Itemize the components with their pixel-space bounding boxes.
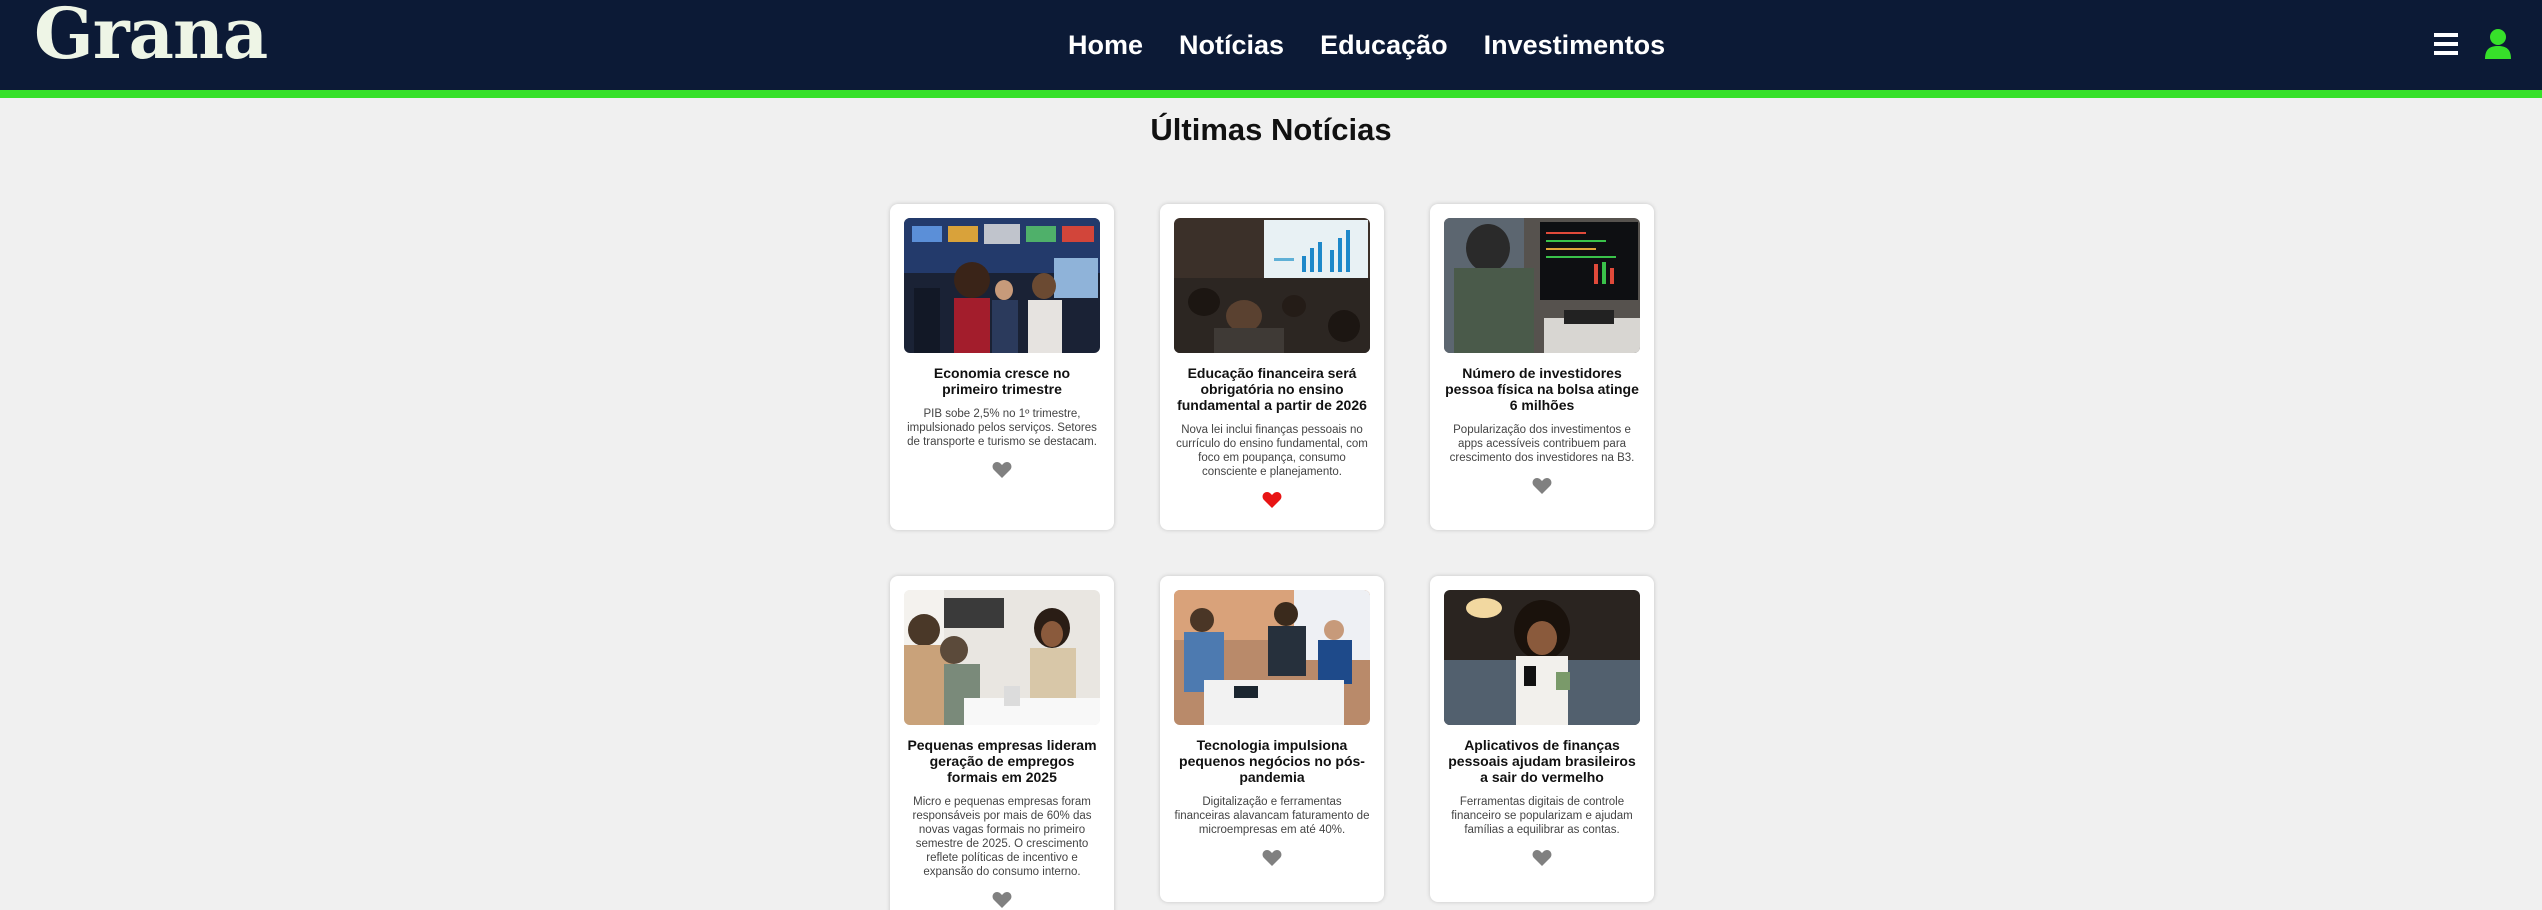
grana-logo[interactable]: Grana <box>34 0 268 75</box>
nav-home[interactable]: Home <box>1068 30 1143 60</box>
logo-text: Grana <box>34 0 268 75</box>
heart-icon[interactable] <box>1532 849 1552 867</box>
site-header: Grana Home Notícias Educação Investiment… <box>0 0 2542 90</box>
news-summary: Micro e pequenas empresas foram responsá… <box>912 796 1092 878</box>
news-image-stock-exchange[interactable] <box>904 218 1100 353</box>
heart-icon[interactable] <box>1262 491 1282 509</box>
news-title[interactable]: Número de investidores pessoa física na … <box>1444 365 1640 413</box>
news-title[interactable]: Tecnologia impulsiona pequenos negócios … <box>1174 737 1370 785</box>
news-card[interactable]: Aplicativos de finanças pessoais ajudam … <box>1430 576 1654 902</box>
user-profile-icon[interactable] <box>2484 28 2512 60</box>
news-card[interactable]: Educação financeira será obrigatória no … <box>1160 204 1384 530</box>
nav-investimentos[interactable]: Investimentos <box>1484 30 1666 60</box>
news-title[interactable]: Educação financeira será obrigatória no … <box>1174 365 1370 413</box>
news-summary: PIB sobe 2,5% no 1º trimestre, impulsion… <box>907 408 1097 448</box>
heart-icon[interactable] <box>1262 849 1282 867</box>
news-title[interactable]: Economia cresce no primeiro trimestre <box>904 365 1100 397</box>
news-title[interactable]: Pequenas empresas lideram geração de emp… <box>904 737 1100 785</box>
news-card[interactable]: Número de investidores pessoa física na … <box>1430 204 1654 530</box>
news-summary: Nova lei inclui finanças pessoais no cur… <box>1176 424 1368 478</box>
news-card[interactable]: Economia cresce no primeiro trimestre PI… <box>890 204 1114 530</box>
news-summary: Digitalização e ferramentas financeiras … <box>1174 796 1370 836</box>
news-image-classroom[interactable] <box>1174 218 1370 353</box>
news-card[interactable]: Pequenas empresas lideram geração de emp… <box>890 576 1114 910</box>
heart-icon[interactable] <box>1532 477 1552 495</box>
news-image-finance-app[interactable] <box>1444 590 1640 725</box>
page-title: Últimas Notícias <box>1150 112 1392 147</box>
news-title[interactable]: Aplicativos de finanças pessoais ajudam … <box>1444 737 1640 785</box>
news-card[interactable]: Tecnologia impulsiona pequenos negócios … <box>1160 576 1384 902</box>
news-summary: Ferramentas digitais de controle finance… <box>1451 796 1633 836</box>
heart-icon[interactable] <box>992 461 1012 479</box>
heart-icon[interactable] <box>992 891 1012 909</box>
news-image-small-business[interactable] <box>1174 590 1370 725</box>
news-summary: Popularização dos investimentos e apps a… <box>1449 424 1635 464</box>
nav-educacao[interactable]: Educação <box>1320 30 1448 60</box>
nav-noticias[interactable]: Notícias <box>1179 30 1284 60</box>
header-accent-bar <box>0 90 2542 98</box>
main-nav: Home Notícias Educação Investimentos <box>1068 0 1665 90</box>
hamburger-menu-icon[interactable] <box>2434 33 2458 55</box>
news-image-trader[interactable] <box>1444 218 1640 353</box>
news-image-meeting[interactable] <box>904 590 1100 725</box>
